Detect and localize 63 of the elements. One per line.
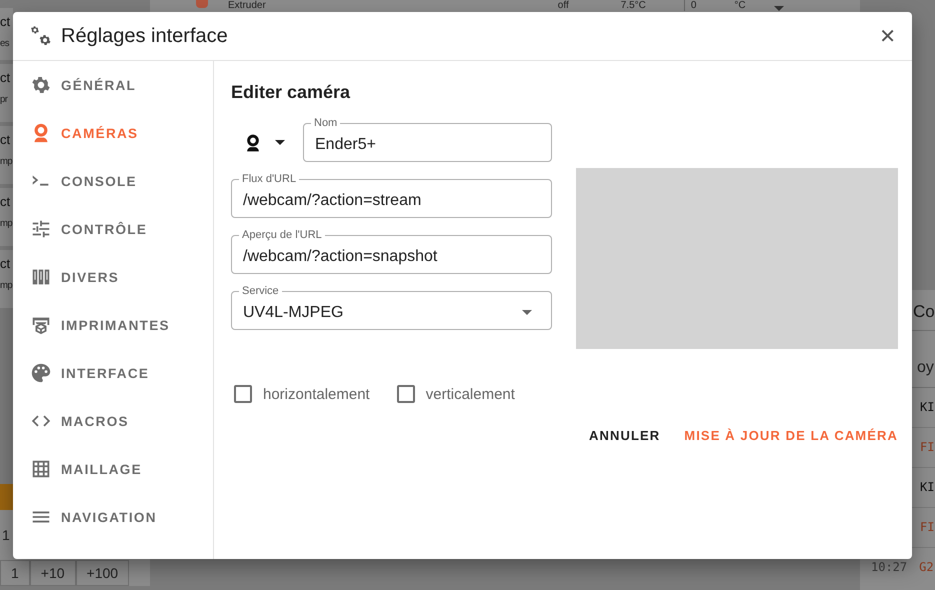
gear-icon <box>30 74 52 96</box>
nav-item[interactable]: MACROS <box>13 397 213 445</box>
list-item-text: ct <box>0 69 10 87</box>
list-item-text: mp <box>0 155 12 169</box>
nav-label[interactable]: CONSOLE <box>61 174 137 188</box>
palette-icon <box>30 362 52 384</box>
section-heading: Editer caméra <box>231 82 352 104</box>
checkbox[interactable] <box>234 385 252 403</box>
nav-item[interactable]: INTERFACE <box>13 349 213 397</box>
nav-label[interactable]: NAVIGATION <box>61 510 157 524</box>
gears-icon <box>30 25 52 47</box>
nav-label[interactable]: IMPRIMANTES <box>61 318 170 332</box>
list-item-text: ct <box>0 13 10 31</box>
list-item-text: ct <box>0 255 10 273</box>
list-item-text: mp <box>0 279 12 293</box>
nav-label[interactable]: CONTRÔLE <box>61 222 148 236</box>
nav-label[interactable]: MAILLAGE <box>61 462 142 476</box>
input-field[interactable]: Aperçu de l'URL /webcam/?action=snapshot <box>231 229 552 274</box>
nav-label[interactable]: DIVERS <box>61 270 120 284</box>
heater-state: off <box>558 0 569 11</box>
heater-name: Extruder <box>228 0 266 11</box>
jog-button[interactable]: +10 <box>30 560 76 586</box>
nav-item[interactable]: CAMÉRAS <box>13 109 213 157</box>
nav-label[interactable]: INTERFACE <box>61 366 150 380</box>
nav-item[interactable]: IMPRIMANTES <box>13 301 213 349</box>
nav-item[interactable]: GÉNÉRAL <box>13 61 213 109</box>
nav-item[interactable]: CONTRÔLE <box>13 205 213 253</box>
nav-item[interactable]: CONSOLE <box>13 157 213 205</box>
unit-label: °C <box>734 0 746 11</box>
grid-icon <box>30 458 52 480</box>
field-label: Nom <box>311 117 340 129</box>
heater-temperature: 7.5°C <box>620 0 646 11</box>
list-item-text: pr <box>0 93 8 107</box>
nav-label[interactable]: GÉNÉRAL <box>61 78 136 92</box>
caret-icon <box>522 310 532 315</box>
nav-label[interactable]: CAMÉRAS <box>61 126 138 140</box>
jog-button[interactable]: +100 <box>76 560 130 586</box>
nav-item[interactable]: NAVIGATION <box>13 493 213 541</box>
checkbox[interactable] <box>396 385 415 403</box>
list-item-text: es <box>0 37 10 51</box>
input-field[interactable]: Nom Ender5+ <box>303 117 552 162</box>
close-button[interactable]: ✕ <box>877 24 898 48</box>
list-item-text: ct <box>0 193 10 211</box>
list-item-text: mp <box>0 217 12 231</box>
nav-label[interactable]: MACROS <box>61 414 129 428</box>
nav-item[interactable]: DIVERS <box>13 253 213 301</box>
nav-item[interactable]: MAILLAGE <box>13 445 213 493</box>
cancel-button[interactable]: ANNULER <box>579 420 670 451</box>
select-field[interactable]: Service UV4L-MJPEG <box>231 285 552 330</box>
input-field[interactable]: Flux d'URL /webcam/?action=stream <box>231 173 552 218</box>
checkbox-label[interactable]: horizontalement <box>263 386 370 402</box>
field-label: Flux d'URL <box>239 173 300 185</box>
checkbox-label[interactable]: verticalement <box>426 386 515 402</box>
sliders-icon <box>30 218 52 240</box>
caret-icon <box>275 140 285 145</box>
list-item-text: ct <box>0 131 10 149</box>
console-time: 10:27 <box>871 560 908 574</box>
field-label: Aperçu de l'URL <box>239 229 325 241</box>
field-label: Service <box>239 285 282 297</box>
dialog-title: Réglages interface <box>61 24 229 48</box>
console-line: G2 <box>919 560 934 574</box>
jog-button[interactable]: 1 <box>0 560 30 586</box>
target-field[interactable]: 0 <box>684 0 696 11</box>
